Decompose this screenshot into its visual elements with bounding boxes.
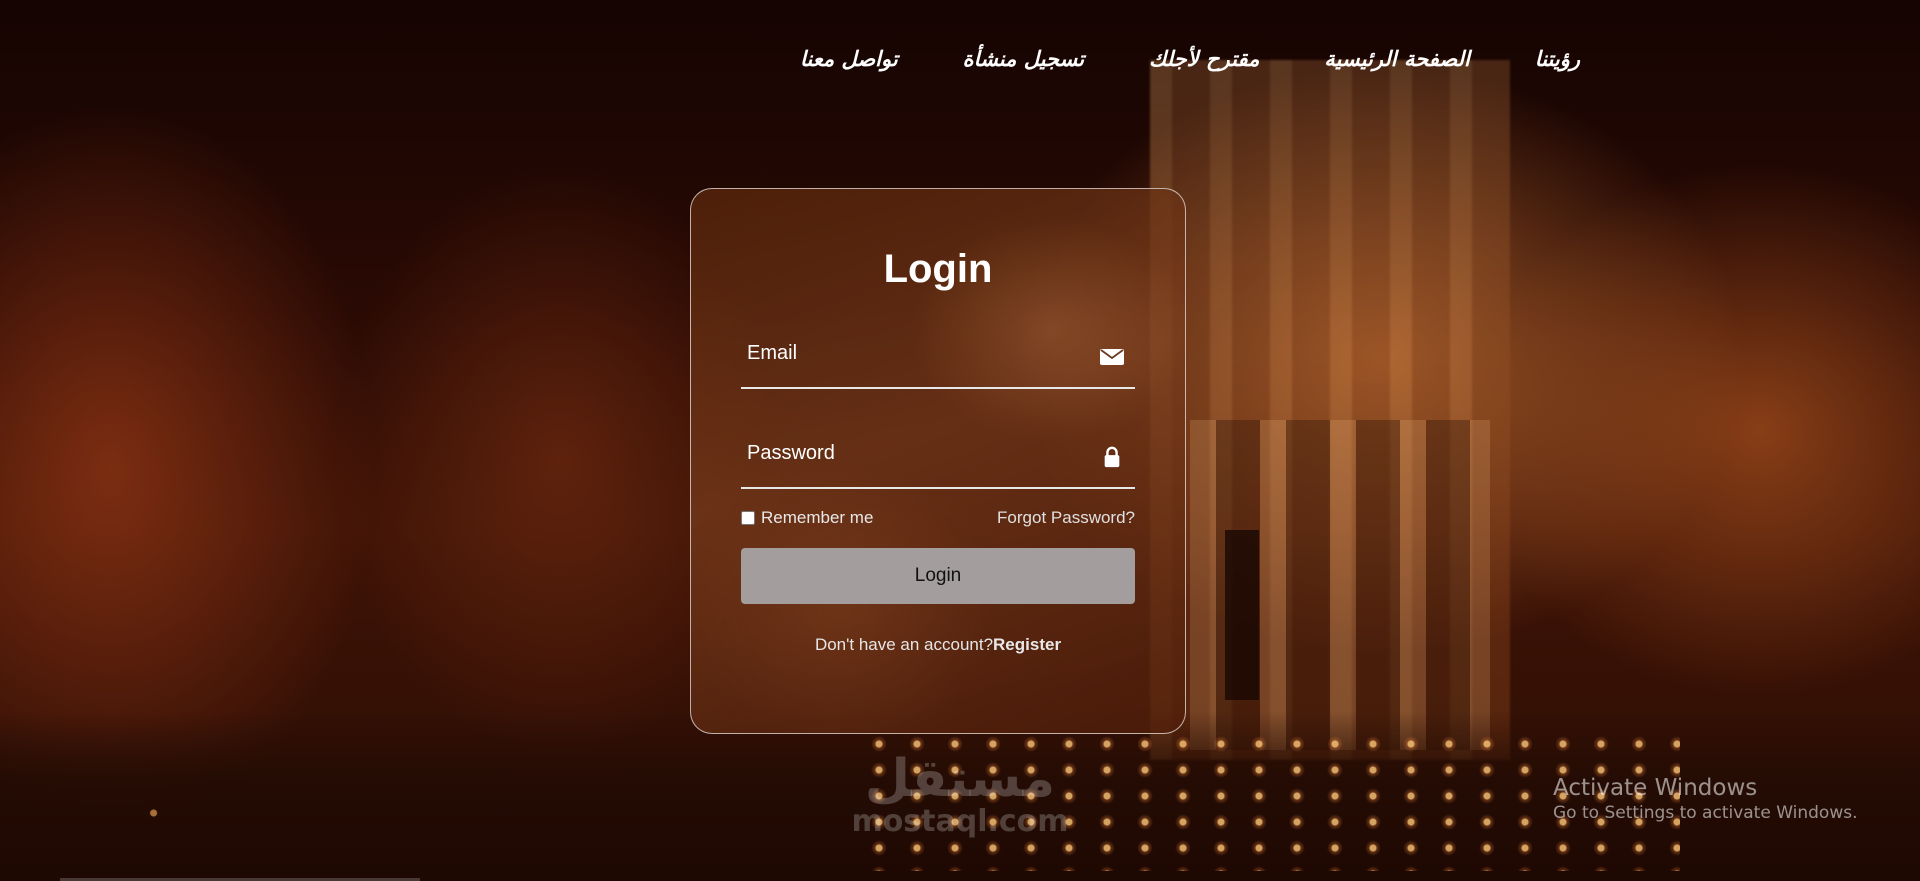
envelope-icon <box>1100 349 1124 365</box>
background-scene: رؤيتنا الصفحة الرئيسية مقترح لأجلك تسجيل… <box>0 0 1920 881</box>
password-label: Password <box>747 442 835 464</box>
no-account-text: Don't have an account? <box>814 635 994 654</box>
remember-me[interactable]: Remember me <box>741 508 873 528</box>
background-door <box>1225 530 1259 700</box>
forgot-password-link[interactable]: Forgot Password? <box>997 508 1135 528</box>
login-title: Login <box>883 247 993 291</box>
site-watermark: مستقل mostaql.com <box>845 752 1075 838</box>
activate-subtitle: Go to Settings to activate Windows. <box>1553 803 1858 823</box>
register-prompt: Don't have an account?Register <box>741 635 1135 655</box>
watermark-logo: مستقل <box>864 749 1056 809</box>
watermark-domain: mostaql.com <box>851 804 1069 839</box>
remember-checkbox[interactable] <box>741 511 755 525</box>
login-card: Login Email Password Remember me Forgot … <box>690 188 1186 734</box>
login-options: Remember me Forgot Password? <box>741 507 1135 529</box>
email-label: Email <box>747 342 798 364</box>
login-button[interactable]: Login <box>741 548 1135 604</box>
nav-item-register-facility[interactable]: تسجيل منشأة <box>963 46 1084 71</box>
nav-item-contact[interactable]: تواصل معنا <box>800 46 898 71</box>
nav-item-vision[interactable]: رؤيتنا <box>1535 46 1580 71</box>
top-navigation: رؤيتنا الصفحة الرئيسية مقترح لأجلك تسجيل… <box>760 38 1620 78</box>
activate-title: Activate Windows <box>1553 775 1758 801</box>
nav-item-home[interactable]: الصفحة الرئيسية <box>1324 46 1470 71</box>
nav-item-suggested[interactable]: مقترح لأجلك <box>1149 46 1259 71</box>
register-link[interactable]: Register <box>993 635 1061 654</box>
password-field[interactable]: Password <box>741 432 1135 489</box>
lock-icon <box>1104 446 1120 468</box>
email-field[interactable]: Email <box>741 332 1135 389</box>
activate-windows-notice: Activate Windows Go to Settings to activ… <box>1553 774 1858 824</box>
remember-label: Remember me <box>761 508 874 527</box>
